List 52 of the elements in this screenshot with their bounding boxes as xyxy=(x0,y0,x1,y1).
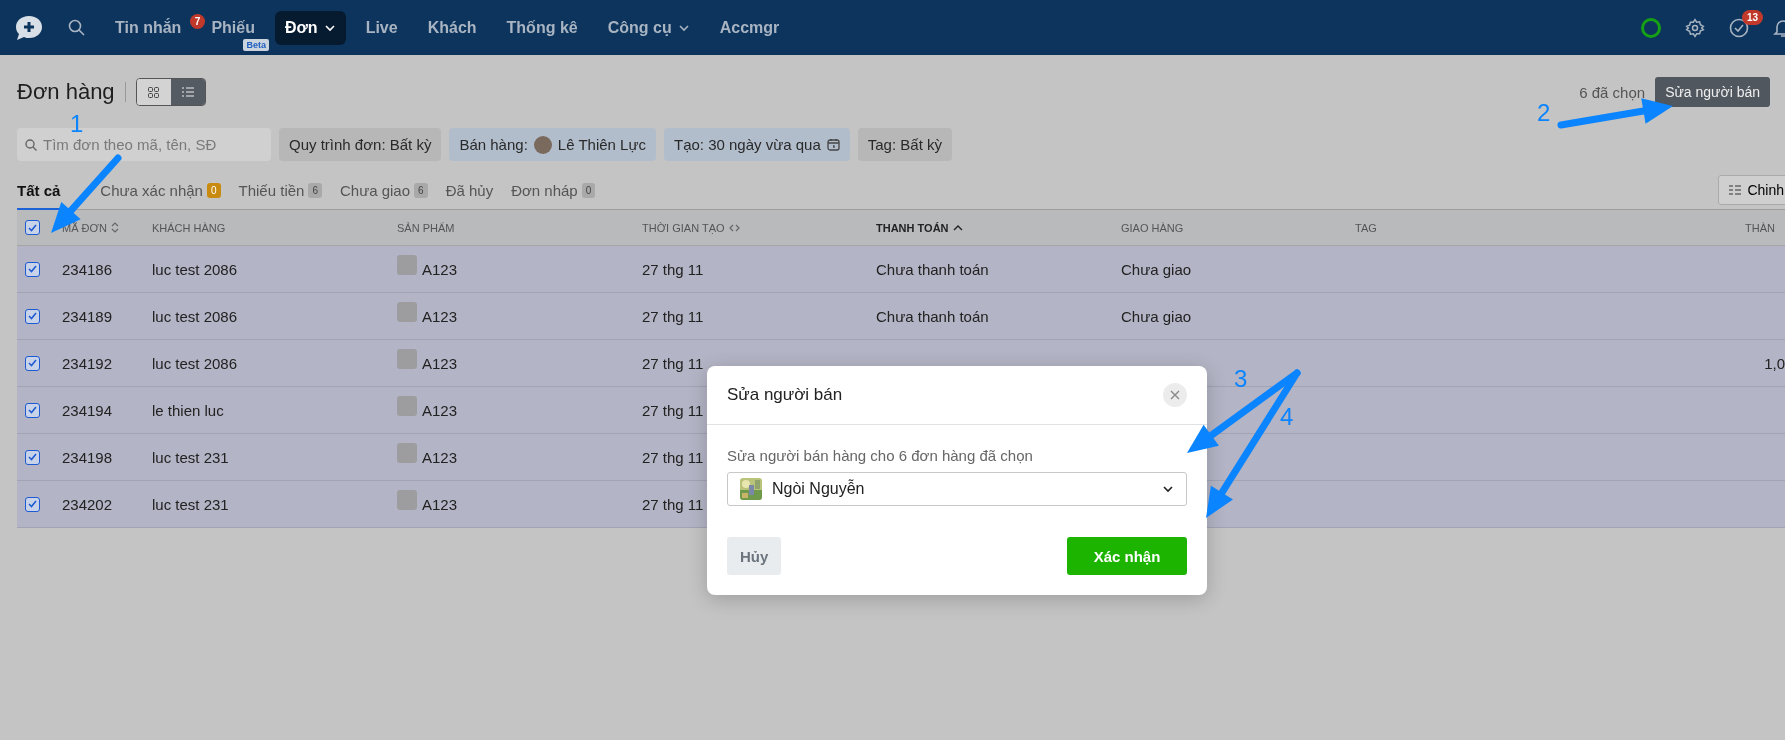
table-cell: 234194 xyxy=(62,401,113,419)
table-cell: Chưa thanh toán xyxy=(876,307,989,325)
table-cell: luc test 231 xyxy=(152,448,229,466)
filter-label: Tạo: 30 ngày vừa qua xyxy=(673,136,821,153)
table-cell: Chưa thanh toán xyxy=(876,260,989,278)
table-cell: 27 thg 11 xyxy=(642,354,704,372)
table-cell: 27 thg 11 xyxy=(642,307,704,325)
table-cell: A123 xyxy=(422,307,458,325)
table-cell: Chưa giao xyxy=(1121,307,1192,325)
count-badge: 6 xyxy=(308,183,322,198)
table-cell: le thien luc xyxy=(152,401,224,419)
filter-label: Bán hàng: xyxy=(459,136,528,153)
count-badge: 0 xyxy=(581,183,596,198)
dialog-title: Sửa người bán xyxy=(727,385,843,405)
count-badge: 6 xyxy=(414,183,428,198)
tab-label: Thiếu tiền xyxy=(238,182,305,199)
field-label: Sửa người bán hàng cho 6 đơn hàng đã chọn xyxy=(727,447,1034,464)
annotation-number: 4 xyxy=(1280,405,1294,429)
table-cell: 27 thg 11 xyxy=(642,448,704,466)
table-cell: 234189 xyxy=(62,307,113,325)
table-cell: 27 thg 11 xyxy=(642,260,704,278)
count-badge: 0 xyxy=(206,183,221,198)
table-cell: A123 xyxy=(422,448,458,466)
table-cell: Chưa giao xyxy=(1121,260,1192,278)
table-cell: 234198 xyxy=(62,448,113,466)
count-badge: 13 xyxy=(1741,9,1763,25)
selected-value: Ngòi Nguyễn xyxy=(772,480,865,498)
tab-label: Tất cả xyxy=(17,182,61,199)
beta-tag: Beta xyxy=(243,38,269,51)
table-cell: A123 xyxy=(422,260,458,278)
tab-label: Chưa xác nhận xyxy=(100,182,203,199)
table-cell: 27 thg 11 xyxy=(642,401,704,419)
count-badge: 7 xyxy=(189,13,206,29)
table-cell: luc test 2086 xyxy=(152,354,238,372)
table-cell: luc test 2086 xyxy=(152,260,238,278)
table-cell: 234192 xyxy=(62,354,113,372)
table-cell: luc test 231 xyxy=(152,495,229,513)
table-cell: A123 xyxy=(422,401,458,419)
table-cell: 27 thg 11 xyxy=(642,495,704,513)
tab-label: Chưa giao xyxy=(339,182,411,199)
table-cell: A123 xyxy=(422,354,458,372)
selection-count: 6 đã chọn xyxy=(1579,83,1646,101)
table-cell: luc test 2086 xyxy=(152,307,238,325)
filter-value: Lê Thiên Lực xyxy=(557,136,646,153)
table-cell: 234202 xyxy=(62,495,113,513)
tab-label: Đã hủy xyxy=(445,182,494,199)
table-cell: A123 xyxy=(422,495,458,513)
table-cell: 234186 xyxy=(62,260,113,278)
table-cell: 1,0 xyxy=(1764,354,1785,372)
annotation-number: 2 xyxy=(1537,101,1551,125)
page-title: Đơn hàng xyxy=(17,82,126,102)
tab-label: Đơn nháp xyxy=(511,182,578,199)
